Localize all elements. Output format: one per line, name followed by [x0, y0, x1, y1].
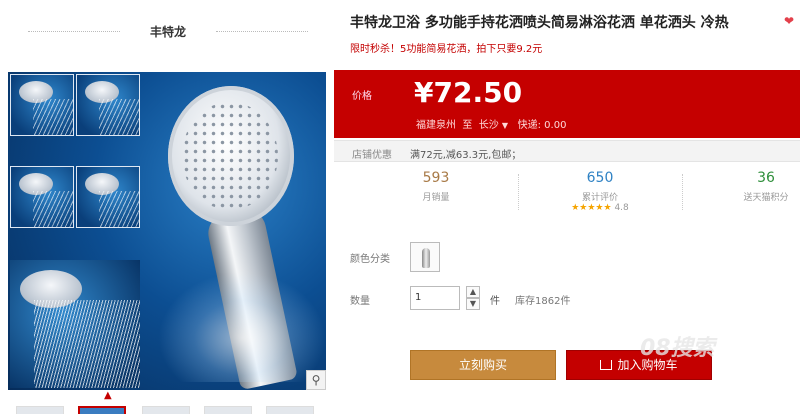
product-subtitle: 限时秒杀！5功能简易花洒，拍下只要9.2元	[350, 44, 543, 55]
thumbnail[interactable]	[16, 406, 64, 414]
stat-points: 36 送天猫积分	[686, 170, 800, 203]
stat-reviews[interactable]: 650 累计评价 ★★★★★ 4.8	[520, 170, 680, 213]
sales-label: 月销量	[422, 193, 450, 203]
spray-mode-image-3	[10, 166, 74, 228]
promo-text: 满72元,减63.3元,包邮；	[410, 150, 522, 161]
thumbnail[interactable]	[142, 406, 190, 414]
qty-unit: 件	[490, 296, 500, 307]
star-icon: ★★★★★	[571, 203, 612, 213]
cart-icon	[600, 360, 613, 370]
heart-icon[interactable]: ❤	[784, 14, 794, 28]
price-panel: 价格 ¥72.50 福建泉州 至 长沙 ▼ 快递: 0.00	[334, 70, 800, 138]
product-title: 丰特龙卫浴 多功能手持花洒喷头简易淋浴花洒 单花洒头 冷热	[350, 15, 729, 31]
spray-mode-image-4	[76, 166, 140, 228]
stat-divider	[518, 174, 519, 210]
stat-divider	[682, 174, 683, 210]
qty-decrease-button[interactable]: ▼	[466, 298, 480, 310]
stats-row: 593 月销量 650 累计评价 ★★★★★ 4.8 36 送天猫积分	[334, 166, 800, 224]
shipping-value: 0.00	[544, 120, 567, 131]
store-header: 丰特龙	[28, 20, 308, 42]
color-swatch[interactable]	[410, 242, 440, 272]
stock-count: 库存1862件	[515, 296, 571, 307]
ship-destination[interactable]: 长沙	[479, 120, 499, 131]
price-label: 价格	[352, 91, 372, 102]
thumbnail[interactable]	[204, 406, 252, 414]
product-main-image[interactable]	[8, 72, 326, 390]
spray-mode-image-5	[10, 260, 140, 388]
promo-row: 店铺优惠 满72元,减63.3元,包邮；	[334, 140, 800, 162]
buy-now-button[interactable]: 立刻购买	[410, 350, 556, 380]
qty-increase-button[interactable]: ▲	[466, 286, 480, 298]
promo-label: 店铺优惠	[352, 150, 392, 161]
shower-thumbnail-icon	[422, 248, 430, 268]
thumb-indicator-icon: ▲	[104, 390, 112, 401]
divider-right	[216, 31, 308, 32]
thumbnail-strip: ▲	[8, 390, 326, 414]
reviews-label: 累计评价	[581, 193, 618, 203]
spray-mode-image-1	[10, 74, 74, 136]
shipping-label: 快递:	[517, 120, 541, 131]
points-count: 36	[757, 170, 775, 186]
stat-sales: 593 月销量	[356, 170, 516, 203]
sales-count: 593	[422, 170, 450, 186]
rating-score: 4.8	[614, 203, 629, 213]
ship-to: 至	[462, 120, 473, 131]
water-splash	[158, 272, 326, 382]
product-page: 丰特龙 ⚲ ▲ 丰特龙卫浴 多功能手持花洒喷头简易淋浴花洒 单花洒头 冷热 ❤ …	[0, 0, 800, 414]
reviews-count[interactable]: 650	[520, 170, 680, 186]
quantity-input[interactable]: 1	[410, 286, 460, 310]
points-label: 送天猫积分	[743, 193, 789, 203]
shower-face	[182, 102, 278, 210]
magnifier-icon[interactable]: ⚲	[306, 370, 326, 390]
chevron-down-icon[interactable]: ▼	[502, 121, 508, 130]
watermark: 08搜索	[640, 336, 715, 361]
color-label: 颜色分类	[350, 254, 390, 265]
thumbnail[interactable]	[266, 406, 314, 414]
spray-mode-image-2	[76, 74, 140, 136]
rating-stars: ★★★★★ 4.8	[520, 203, 680, 213]
qty-label: 数量	[350, 296, 370, 307]
thumbnail-active[interactable]	[78, 406, 126, 414]
price-value: ¥72.50	[414, 76, 523, 109]
ship-origin: 福建泉州	[416, 120, 456, 131]
shipping-row: 福建泉州 至 长沙 ▼ 快递: 0.00	[416, 116, 566, 131]
